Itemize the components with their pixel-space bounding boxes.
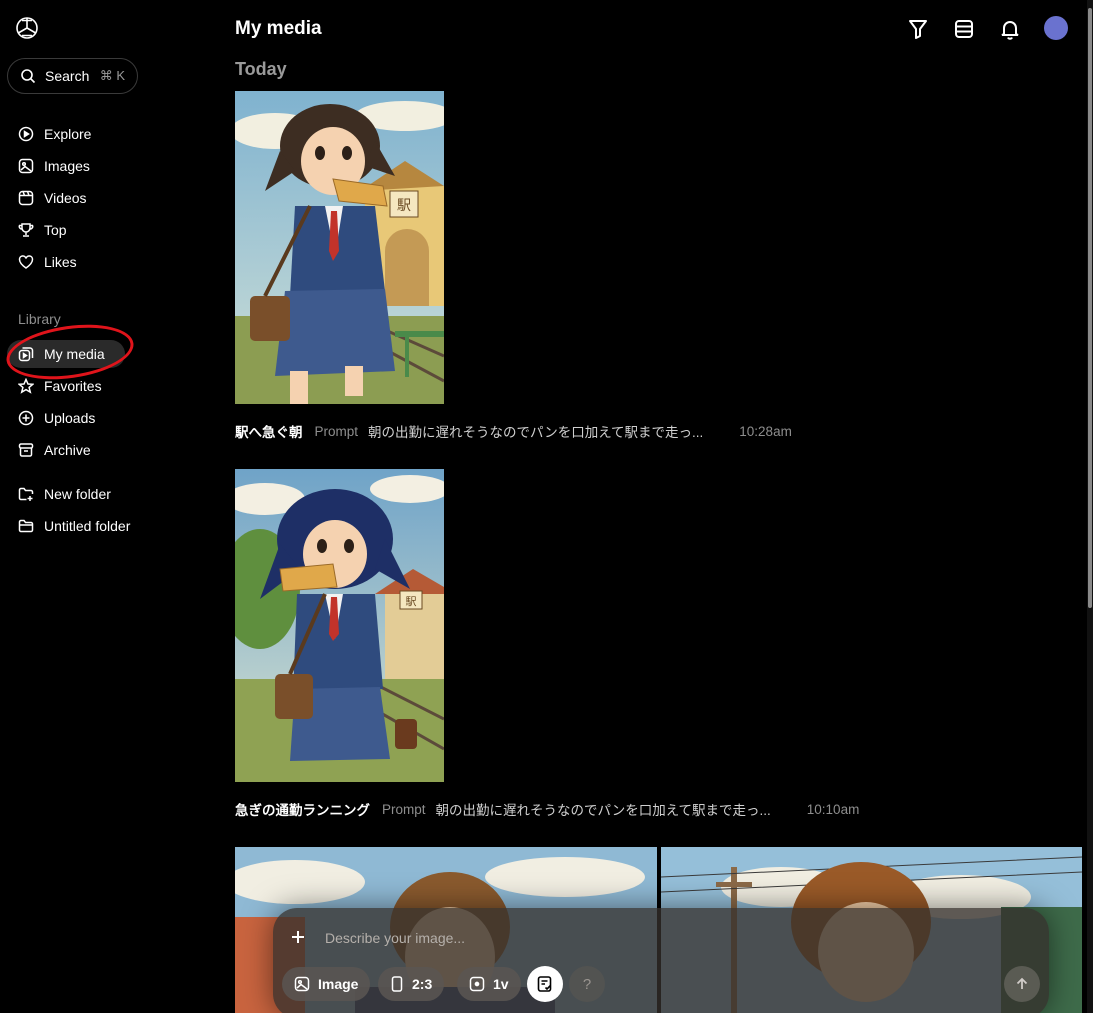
my-media-icon	[18, 347, 34, 362]
media-meta-row: 急ぎの通勤ランニング Prompt 朝の出勤に遅れそうなのでパンを口加えて駅まで…	[235, 799, 859, 819]
nav-untitled-folder-label: Untitled folder	[44, 518, 131, 534]
filter-icon	[909, 20, 927, 39]
nav-archive[interactable]: Archive	[7, 436, 207, 464]
scrollbar-thumb[interactable]	[1088, 8, 1092, 608]
svg-text:駅: 駅	[406, 595, 417, 608]
filter-button[interactable]	[906, 17, 930, 41]
search-button[interactable]: Search ⌘ K	[7, 58, 138, 94]
list-view-button[interactable]	[952, 17, 976, 41]
openai-logo-icon[interactable]	[14, 15, 40, 41]
avatar[interactable]	[1044, 16, 1068, 40]
nav-my-media[interactable]: My media	[7, 340, 125, 368]
image-icon	[18, 158, 34, 174]
upload-icon	[18, 410, 34, 426]
help-button[interactable]: ?	[569, 966, 605, 1002]
archive-icon	[18, 443, 34, 457]
bell-icon	[1001, 21, 1019, 40]
nav-videos[interactable]: Videos	[7, 184, 207, 212]
nav-top-label: Top	[44, 222, 67, 238]
help-label: ?	[582, 975, 592, 993]
aspect-ratio-icon	[391, 976, 403, 992]
variations-icon	[469, 976, 485, 992]
prompt-enhance-button[interactable]	[527, 966, 563, 1002]
submit-button[interactable]	[1004, 966, 1040, 1002]
nav-explore[interactable]: Explore	[7, 120, 207, 148]
folder-icon	[18, 519, 34, 533]
star-icon	[18, 378, 34, 394]
media-time: 10:10am	[806, 801, 860, 817]
nav-archive-label: Archive	[44, 442, 91, 458]
media-thumbnail[interactable]: 駅	[235, 91, 444, 404]
nav-likes-label: Likes	[44, 254, 77, 270]
nav-images[interactable]: Images	[7, 152, 207, 180]
nav-explore-label: Explore	[44, 126, 92, 142]
trophy-icon	[18, 223, 34, 237]
nav-favorites[interactable]: Favorites	[7, 372, 207, 400]
variations-button[interactable]: 1v	[457, 967, 521, 1001]
new-folder-icon	[18, 487, 34, 501]
plus-icon[interactable]	[289, 928, 307, 946]
nav-untitled-folder[interactable]: Untitled folder	[7, 512, 207, 540]
search-icon	[21, 69, 36, 84]
variations-label: 1v	[493, 976, 509, 992]
nav-my-media-label: My media	[44, 346, 105, 362]
scrollbar[interactable]	[1087, 0, 1093, 1013]
nav-new-folder[interactable]: New folder	[7, 480, 207, 508]
nav-favorites-label: Favorites	[44, 378, 102, 394]
media-type-label: Image	[318, 976, 359, 992]
page-title: My media	[235, 18, 322, 39]
search-label: Search	[45, 68, 90, 84]
explore-icon	[18, 126, 34, 142]
prompt-label: Prompt	[382, 801, 426, 817]
nav-uploads[interactable]: Uploads	[7, 404, 207, 432]
day-heading: Today	[235, 59, 287, 79]
nav-new-folder-label: New folder	[44, 486, 111, 502]
svg-text:駅: 駅	[397, 198, 411, 214]
aspect-ratio-button[interactable]: 2:3	[378, 967, 445, 1001]
sidebar: Search ⌘ K Explore Images Videos Top Lik…	[0, 0, 220, 1013]
media-title[interactable]: 急ぎの通勤ランニング	[235, 799, 370, 819]
heart-icon	[18, 255, 34, 269]
media-time: 10:28am	[739, 423, 792, 439]
prompt-label: Prompt	[314, 423, 359, 439]
notifications-button[interactable]	[998, 17, 1022, 41]
nav-images-label: Images	[44, 158, 90, 174]
media-title[interactable]: 駅へ急ぐ朝	[235, 421, 303, 441]
video-icon	[18, 190, 34, 206]
nav-videos-label: Videos	[44, 190, 87, 206]
prompt-input[interactable]: Describe your image...	[325, 930, 465, 946]
nav-likes[interactable]: Likes	[7, 248, 207, 276]
media-type-button[interactable]: Image	[282, 967, 371, 1001]
prompt-text[interactable]: 朝の出勤に遅れそうなのでパンを口加えて駅まで走っ...	[436, 799, 771, 819]
prompt-text[interactable]: 朝の出勤に遅れそうなのでパンを口加えて駅まで走っ...	[368, 421, 703, 441]
aspect-ratio-label: 2:3	[412, 976, 433, 992]
image-icon	[294, 976, 310, 992]
media-meta-row: 駅へ急ぐ朝 Prompt 朝の出勤に遅れそうなのでパンを口加えて駅まで走っ...…	[235, 421, 792, 441]
arrow-up-icon	[1016, 977, 1028, 989]
list-view-icon	[955, 20, 973, 38]
library-heading: Library	[18, 311, 61, 327]
media-thumbnail[interactable]: 駅	[235, 469, 444, 782]
nav-top[interactable]: Top	[7, 216, 207, 244]
search-shortcut: ⌘ K	[99, 68, 125, 83]
nav-uploads-label: Uploads	[44, 410, 96, 426]
prompt-composer: Describe your image... Image 2:3 1v ?	[273, 908, 1049, 1013]
anime-girl-image-1: 駅	[235, 91, 444, 404]
checklist-icon	[537, 976, 552, 992]
anime-girl-image-2: 駅	[235, 469, 444, 782]
